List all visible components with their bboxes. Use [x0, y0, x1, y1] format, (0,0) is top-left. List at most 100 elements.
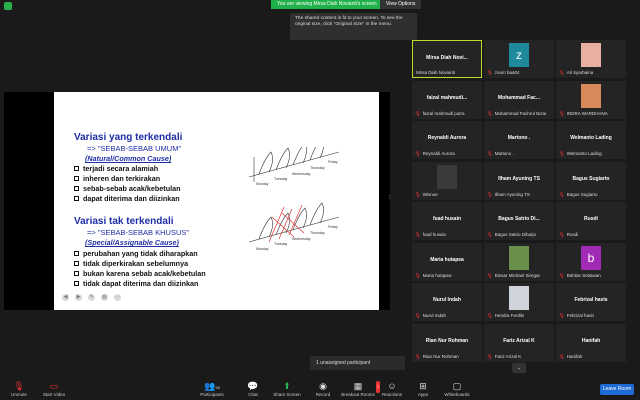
muted-mic-icon: 🎙 [487, 232, 493, 237]
participant-label-text: Hendra Ferdila [494, 313, 525, 318]
muted-mic-icon: 🎙 [559, 110, 565, 116]
participant-tile[interactable]: 🎙 INDRA WARDHANA [556, 80, 626, 119]
participant-tile[interactable]: Nurul Indah 🎙 Nurul Indah [412, 283, 482, 321]
reactions-icon: ☺ [387, 381, 397, 391]
top-bar: You are viewing Mirsa Diah Novianti's sc… [0, 0, 640, 10]
whiteboards-label: Whiteboards [444, 392, 470, 397]
slide-controls: ◀ ▶ ✎ ▤ ⋯ [62, 294, 121, 301]
avatar [437, 164, 457, 189]
participants-button[interactable]: 👥55 Participants [196, 380, 228, 397]
participant-tile[interactable]: b 🎙 Bahtiar Setiawan [556, 242, 626, 281]
leave-room-button[interactable]: Leave Room [600, 384, 634, 395]
participant-tile[interactable]: 🎙 Binsar Michael Siregar [484, 242, 554, 281]
participant-label: 🎙 Welmanto Lading [559, 151, 602, 157]
muted-mic-icon: 🎙 [487, 151, 493, 156]
participants-icon: 👥55 [204, 381, 220, 391]
slide-subtitle-special-cause: => "SEBAB-SEBAB KHUSUS" [87, 228, 190, 237]
share-screen-button[interactable]: ⬆ Share Screen [272, 380, 302, 397]
participant-tile[interactable]: Welmanto Lading 🎙 Welmanto Lading [556, 121, 626, 159]
participant-label-text: Mirsa Diah Novianti [416, 70, 456, 75]
participant-tile[interactable]: Hanifah 🎙 Hanifah [556, 323, 626, 362]
apps-button[interactable]: ⊞ Apps [414, 380, 432, 397]
participant-tile[interactable]: fuad husain 🎙 fuad husain [412, 202, 482, 240]
view-options-button[interactable]: View Options [380, 0, 422, 9]
participant-tile[interactable]: faizal mahmudi... 🎙 faizal mahmudi putra [412, 80, 482, 119]
participant-name: Rusdi [584, 216, 598, 222]
participant-tile[interactable]: Maria hutapea 🎙 Maria hutapea [412, 242, 482, 281]
participant-tile[interactable]: Bagus Satrio Di... 🎙 Bagus Satrio Diharjo [484, 202, 554, 240]
participant-label-text: faizal mahmudi putra [422, 110, 465, 116]
avatar [509, 245, 529, 270]
meeting-toolbar: 🎙 Unmute ▭ Start Video 👥55 Participants … [0, 378, 640, 400]
unmute-button[interactable]: 🎙 Unmute [8, 380, 30, 397]
participant-tile[interactable]: 🎙 Ali Syarbaina [556, 40, 626, 78]
breakout-rooms-button[interactable]: ▦ 1 Breakout Rooms [340, 380, 380, 397]
participant-label-text: Hanifah [566, 353, 583, 359]
slide-bullet: tidak diperkirakan sebelumnya [74, 259, 188, 268]
participant-label-text: zoom baa04 [494, 70, 520, 75]
start-video-label: Start Video [42, 392, 66, 397]
next-slide-icon[interactable]: ▶ [75, 294, 82, 301]
start-video-button[interactable]: ▭ Start Video [40, 380, 68, 397]
participant-tile[interactable]: Mirsa Diah Novi... Mirsa Diah Novianti [412, 40, 482, 78]
previous-slide-icon[interactable]: ◀ [62, 294, 69, 301]
participant-tile[interactable]: z 🎙 zoom baa04 [484, 40, 554, 78]
avatar [509, 286, 529, 310]
pen-icon[interactable]: ✎ [88, 294, 95, 301]
participant-name: Mohammad Fac... [498, 94, 540, 101]
participant-tile[interactable]: Martono . 🎙 Martono . [484, 121, 554, 159]
participant-tile[interactable]: Bagus Sugiarto 🎙 Bagus Sugiarto [556, 161, 626, 200]
slides-grid-icon[interactable]: ▤ [101, 294, 108, 301]
video-off-icon: ▭ [49, 381, 59, 391]
participant-name: Welmanto Lading [570, 135, 612, 141]
participant-label-text: Reynaldi Aurora [422, 151, 455, 156]
participant-tile[interactable]: 🎙 Hendra Ferdila [484, 283, 554, 321]
participant-tile[interactable]: Rian Nur Rohman 🎙 Rian Nur Rohman [412, 323, 482, 362]
zoom-window: You are viewing Mirsa Diah Novianti's sc… [0, 0, 640, 400]
more-options-icon[interactable]: ⋯ [114, 294, 121, 301]
security-shield-icon[interactable] [4, 2, 12, 10]
participant-tile[interactable]: Rusdi 🎙 Rusdi [556, 202, 626, 240]
avatar [581, 43, 601, 67]
slide-subtitle-common-cause: => "SEBAB-SEBAB UMUM" [87, 144, 182, 153]
participant-label-text: Maria hutapea [422, 272, 452, 278]
participant-tile[interactable]: Febrizal havis 🎙 Febrizal havis [556, 283, 626, 321]
participant-tile[interactable]: Fariz Arizal K 🎙 Fariz Arizal K [484, 323, 554, 362]
breakout-rooms-label: Breakout Rooms [341, 392, 375, 397]
participant-tile[interactable]: Reynaldi Aurora 🎙 Reynaldi Aurora [412, 121, 482, 159]
participant-tile[interactable]: Ilham Ayuning TS 🎙 Ilham Ayuning TS [484, 161, 554, 200]
participant-label-text: Rian Nur Rohman [422, 353, 459, 359]
participants-label: Participants [200, 392, 224, 397]
reactions-button[interactable]: ☺ Reactions [380, 380, 404, 397]
muted-mic-icon: 🎙 [487, 191, 493, 197]
unassigned-participant-notice[interactable]: 1 unassigned participant [310, 356, 405, 370]
day-label: Tuesday [274, 177, 288, 181]
participant-label-text: Fariz Arizal K [494, 353, 522, 359]
muted-mic-icon: 🎙 [415, 313, 421, 318]
day-label: Friday [328, 225, 338, 229]
shared-screen: Variasi yang terkendali => "SEBAB-SEBAB … [4, 92, 390, 310]
participant-tile[interactable]: Mohammad Fac... 🎙 Mohammad Fachrul Nizar [484, 80, 554, 119]
slide-bullet: sebab-sebab acak/kebetulan [74, 184, 180, 193]
splitter-handle-icon[interactable]: ⁞ [389, 195, 393, 205]
participant-tile[interactable]: 🎙 Wisnoe [412, 161, 482, 200]
participant-label: 🎙 Ilham Ayuning TS [487, 192, 530, 198]
muted-mic-icon: 🎙 [487, 313, 493, 318]
muted-mic-icon: 🎙 [415, 272, 421, 278]
avatar: z [509, 43, 529, 67]
whiteboards-button[interactable]: ▢ Whiteboards [442, 380, 472, 397]
participant-label: Mirsa Diah Novianti [416, 70, 455, 75]
record-button[interactable]: ◉ Record [313, 380, 333, 397]
participant-label: 🎙 Binsar Michael Siregar [487, 273, 540, 279]
slide-title-controlled: Variasi yang terkendali [74, 132, 183, 143]
whiteboard-icon: ▢ [452, 381, 462, 391]
participant-label: 🎙 fuad husain [415, 232, 446, 238]
muted-mic-icon: 🎙 [487, 110, 493, 116]
participant-label: 🎙 zoom baa04 [487, 70, 520, 76]
muted-mic-icon: 🎙 [415, 110, 421, 116]
chat-button[interactable]: 💬 Chat [244, 380, 262, 397]
day-label: Wednesday [292, 237, 311, 241]
presentation-slide: Variasi yang terkendali => "SEBAB-SEBAB … [54, 92, 379, 310]
participant-label: 🎙 INDRA WARDHANA [559, 111, 608, 117]
gallery-next-page-button[interactable]: ⌄ [512, 363, 526, 373]
